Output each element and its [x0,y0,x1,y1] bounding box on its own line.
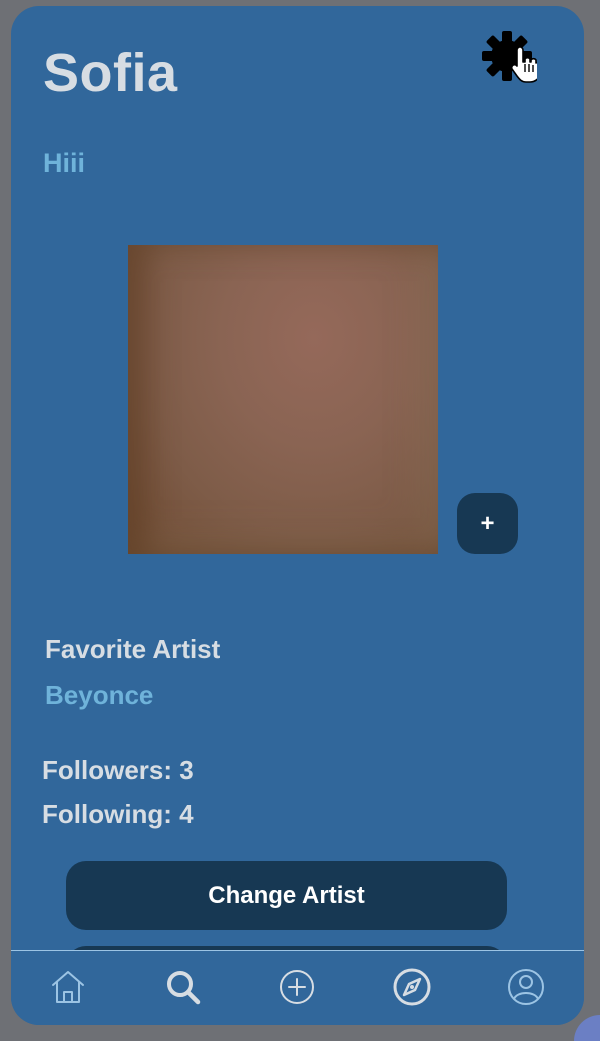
compass-icon [393,968,431,1006]
profile-name: Sofia [43,43,178,103]
profile-photo [128,245,438,554]
bottom-tab-bar [11,950,584,1025]
profile-icon [508,969,544,1005]
add-circle-icon [280,970,314,1004]
tab-home[interactable] [48,967,88,1007]
profile-screen: Sofia Hiii + Favorite Artist Beyonce Fol… [11,6,584,1025]
tab-search[interactable] [163,967,203,1007]
favorite-artist-value: Beyonce [45,680,154,710]
favorite-artist-label: Favorite Artist [45,634,221,664]
tab-create[interactable] [277,967,317,1007]
home-icon [52,971,84,1003]
settings-button[interactable] [481,30,541,86]
following-count[interactable]: Following: 4 [42,799,194,830]
followers-count[interactable]: Followers: 3 [42,755,194,786]
change-artist-button[interactable]: Change Artist [66,861,507,930]
tab-explore[interactable] [392,967,432,1007]
device-frame: Sofia Hiii + Favorite Artist Beyonce Fol… [0,0,600,1041]
gear-icon [482,31,541,83]
profile-bio: Hiii [43,148,86,178]
add-photo-button[interactable]: + [457,493,518,554]
search-icon [167,971,201,1005]
tab-profile[interactable] [506,967,546,1007]
